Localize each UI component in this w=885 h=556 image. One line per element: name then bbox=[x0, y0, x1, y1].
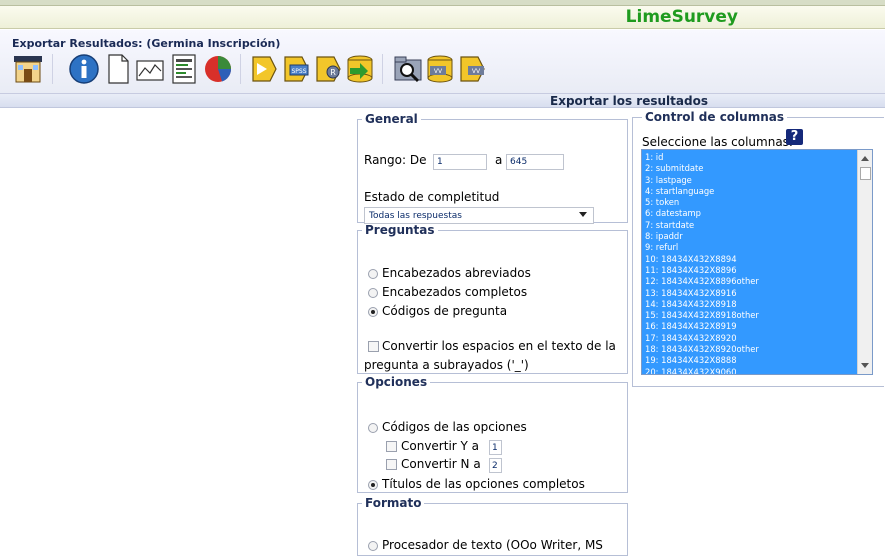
completion-select[interactable]: Todas las respuestas bbox=[364, 207, 594, 224]
document-icon[interactable] bbox=[102, 52, 134, 86]
section-title: Exportar los resultados bbox=[550, 94, 708, 108]
column-option[interactable]: 8: ipaddr bbox=[645, 231, 851, 242]
radio-option-codes[interactable] bbox=[368, 423, 378, 433]
convert-n-label: Convertir N a bbox=[401, 457, 481, 471]
range-from-input[interactable]: 1 bbox=[433, 154, 487, 170]
radio-full-headers[interactable] bbox=[368, 288, 378, 298]
range-label: Rango: De bbox=[364, 153, 427, 167]
chevron-down-icon bbox=[579, 212, 587, 217]
range-to-label: a bbox=[495, 153, 503, 167]
column-option[interactable]: 2: submitdate bbox=[645, 163, 851, 174]
columns-listbox[interactable]: 1: id 2: submitdate 3: lastpage 4: startlan… bbox=[641, 149, 873, 375]
search-folder-icon[interactable] bbox=[392, 52, 424, 86]
scroll-thumb[interactable] bbox=[860, 167, 871, 180]
column-option[interactable]: 4: startlanguage bbox=[645, 186, 851, 197]
column-option[interactable]: 5: token bbox=[645, 197, 851, 208]
convert-spaces-label-1: Convertir los espacios en el texto de la bbox=[382, 339, 616, 353]
column-option[interactable]: 10: 18434X432X8894 bbox=[645, 254, 851, 265]
svg-text:VV: VV bbox=[434, 68, 443, 75]
full-option-titles-label: Títulos de las opciones completos bbox=[382, 477, 585, 491]
app-header: LimeSurvey bbox=[0, 6, 885, 29]
select-columns-label: Seleccione las columnas: bbox=[642, 135, 793, 149]
convert-n-checkbox[interactable] bbox=[386, 459, 397, 470]
export-vv-db-icon[interactable]: VV bbox=[424, 52, 456, 86]
column-option[interactable]: 18: 18434X432X8920other bbox=[645, 344, 851, 355]
range-to-input[interactable]: 645 bbox=[506, 154, 564, 170]
abbrev-headers-label: Encabezados abreviados bbox=[382, 266, 531, 280]
question-codes-label: Códigos de pregunta bbox=[382, 304, 508, 318]
help-icon[interactable]: ? bbox=[786, 129, 803, 145]
column-option[interactable]: 3: lastpage bbox=[645, 175, 851, 186]
convert-y-label: Convertir Y a bbox=[401, 439, 480, 453]
home-icon[interactable] bbox=[12, 52, 44, 86]
general-fieldset: General Rango: De 1 a 645 Estado de comp… bbox=[357, 112, 628, 224]
column-option[interactable]: 9: refurl bbox=[645, 242, 851, 253]
option-codes-label: Códigos de las opciones bbox=[382, 420, 527, 434]
completion-label: Estado de completitud bbox=[364, 190, 500, 204]
column-option[interactable]: 15: 18434X432X8918other bbox=[645, 310, 851, 321]
chart-icon[interactable] bbox=[134, 52, 166, 86]
full-headers-label: Encabezados completos bbox=[382, 285, 528, 299]
svg-text:SPSS: SPSS bbox=[291, 68, 306, 75]
column-option[interactable]: 14: 18434X432X8918 bbox=[645, 299, 851, 310]
survey-menubar: Exportar Resultados: (Germina Inscripció… bbox=[0, 30, 885, 94]
formato-legend: Formato bbox=[365, 496, 422, 510]
column-option[interactable]: 6: datestamp bbox=[645, 208, 851, 219]
export-db-icon[interactable] bbox=[344, 52, 376, 86]
radio-full-option-titles[interactable] bbox=[368, 480, 378, 490]
opciones-fieldset: Opciones Códigos de las opciones Convert… bbox=[357, 375, 628, 493]
column-option[interactable]: 16: 18434X432X8919 bbox=[645, 321, 851, 332]
word-processor-label: Procesador de texto (OOo Writer, MS bbox=[382, 538, 603, 552]
column-option[interactable]: 7: startdate bbox=[645, 220, 851, 231]
column-option[interactable]: 1: id bbox=[645, 152, 851, 163]
scroll-up-icon[interactable] bbox=[861, 156, 869, 161]
column-option[interactable]: 11: 18434X432X8896 bbox=[645, 265, 851, 276]
svg-text:R: R bbox=[330, 68, 336, 77]
radio-question-codes[interactable] bbox=[368, 307, 378, 317]
convert-y-input[interactable]: 1 bbox=[489, 440, 502, 455]
export-spss-icon[interactable]: SPSS bbox=[280, 52, 312, 86]
scroll-down-icon[interactable] bbox=[861, 363, 869, 368]
preguntas-fieldset: Preguntas Encabezados abreviados Encabez… bbox=[357, 223, 628, 374]
columns-list: 1: id 2: submitdate 3: lastpage 4: startlan… bbox=[645, 152, 851, 374]
menubar-title: Exportar Resultados: (Germina Inscripció… bbox=[12, 37, 281, 50]
column-control-legend: Control de columnas bbox=[642, 110, 787, 124]
radio-word-processor[interactable] bbox=[368, 541, 378, 551]
svg-text:VV: VV bbox=[472, 68, 481, 75]
formato-fieldset: Formato Procesador de texto (OOo Writer,… bbox=[357, 496, 628, 556]
info-icon[interactable] bbox=[68, 52, 100, 86]
opciones-legend: Opciones bbox=[365, 375, 428, 389]
column-option[interactable]: 19: 18434X432X8888 bbox=[645, 355, 851, 366]
export-r-icon[interactable]: R bbox=[312, 52, 344, 86]
convert-y-checkbox[interactable] bbox=[386, 441, 397, 452]
export-icon[interactable] bbox=[248, 52, 280, 86]
report-icon[interactable] bbox=[168, 52, 200, 86]
pie-chart-icon[interactable] bbox=[202, 52, 234, 86]
column-option[interactable]: 13: 18434X432X8916 bbox=[645, 288, 851, 299]
convert-spaces-checkbox[interactable] bbox=[368, 341, 379, 352]
column-option[interactable]: 17: 18434X432X8920 bbox=[645, 333, 851, 344]
app-title: LimeSurvey bbox=[625, 7, 738, 27]
export-vv-icon[interactable]: VV bbox=[456, 52, 488, 86]
column-option[interactable]: 12: 18434X432X8896other bbox=[645, 276, 851, 287]
convert-spaces-label-2: pregunta a subrayados ('_') bbox=[364, 358, 529, 372]
preguntas-legend: Preguntas bbox=[365, 223, 435, 237]
column-option[interactable]: 20: 18434X432X9060 bbox=[645, 367, 851, 374]
radio-abbrev-headers[interactable] bbox=[368, 269, 378, 279]
listbox-scrollbar[interactable] bbox=[857, 150, 872, 374]
section-header-bar: Exportar los resultados bbox=[0, 94, 885, 108]
general-legend: General bbox=[365, 112, 418, 126]
convert-n-input[interactable]: 2 bbox=[489, 458, 502, 473]
column-control-panel: Control de columnas Seleccione las colum… bbox=[632, 110, 884, 387]
